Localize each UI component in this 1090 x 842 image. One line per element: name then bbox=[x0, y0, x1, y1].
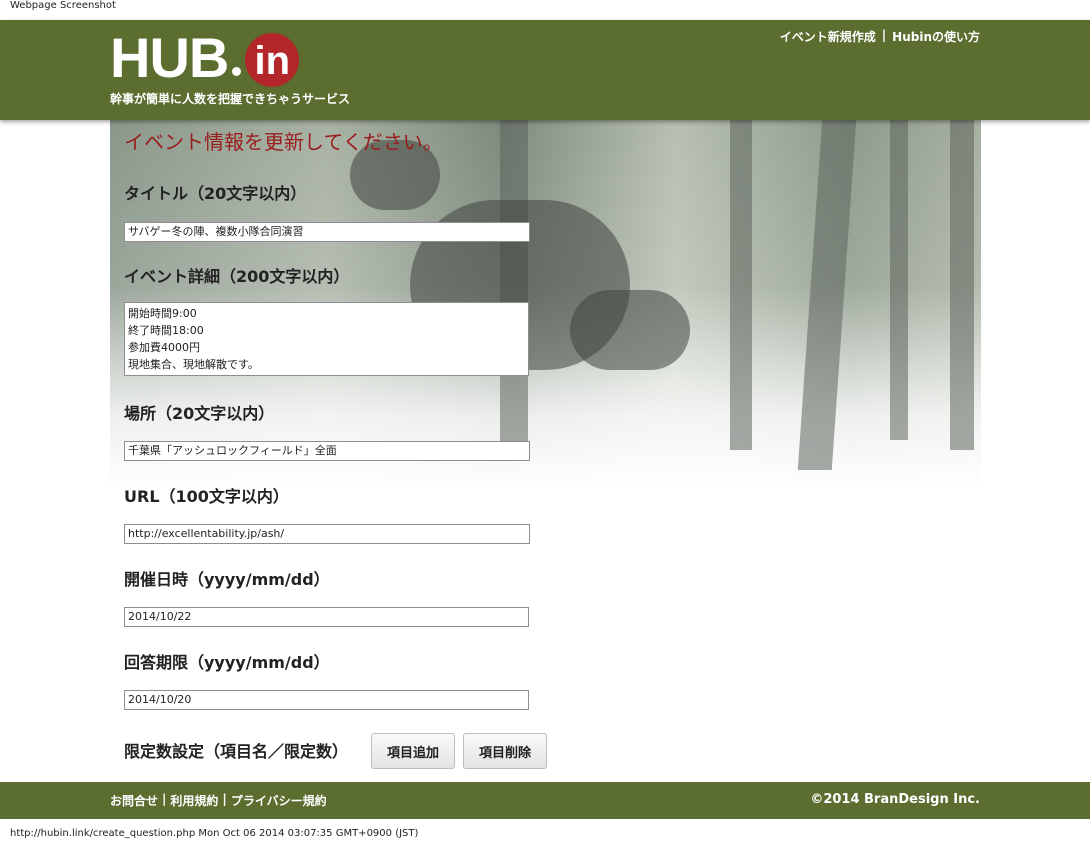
copyright-text: ©2014 BranDesign Inc. bbox=[810, 792, 980, 807]
footer-separator: | bbox=[222, 792, 227, 806]
url-input[interactable]: http://excellentability.jp/ash/ bbox=[124, 524, 530, 544]
footer-terms-link[interactable]: 利用規約 bbox=[170, 792, 218, 809]
nav-how-to-use-link[interactable]: Hubinの使い方 bbox=[892, 28, 980, 45]
footer-privacy-link[interactable]: プライバシー規約 bbox=[231, 792, 327, 809]
detail-line: 参加費4000円 bbox=[128, 341, 200, 354]
site-footer: お問合せ | 利用規約 | プライバシー規約 ©2014 BranDesign … bbox=[0, 782, 1090, 819]
logo-circle-badge: in bbox=[245, 33, 300, 87]
deadline-label: 回答期限（yyyy/mm/dd） bbox=[124, 653, 330, 672]
status-bar-url: http://hubin.link/create_question.php Mo… bbox=[10, 828, 419, 839]
main-content: イベント情報を更新してください。 タイトル（20文字以内） サバゲー冬の陣、複数… bbox=[110, 120, 981, 782]
site-logo[interactable]: HUB in bbox=[110, 26, 300, 90]
page-title: イベント情報を更新してください。 bbox=[124, 130, 443, 154]
event-update-form: イベント情報を更新してください。 タイトル（20文字以内） サバゲー冬の陣、複数… bbox=[110, 120, 981, 782]
add-item-button[interactable]: 項目追加 bbox=[371, 733, 455, 769]
top-navigation: イベント新規作成 | Hubinの使い方 bbox=[780, 28, 980, 45]
date-input[interactable]: 2014/10/22 bbox=[124, 607, 529, 627]
place-label: 場所（20文字以内） bbox=[124, 404, 275, 423]
footer-navigation: お問合せ | 利用規約 | プライバシー規約 bbox=[110, 792, 327, 809]
site-tagline: 幹事が簡単に人数を把握できちゃうサービス bbox=[110, 92, 351, 106]
date-label: 開催日時（yyyy/mm/dd） bbox=[124, 570, 330, 589]
logo-text-hub: HUB bbox=[110, 26, 229, 89]
footer-contact-link[interactable]: お問合せ bbox=[110, 792, 158, 809]
site-header: HUB in 幹事が簡単に人数を把握できちゃうサービス イベント新規作成 | H… bbox=[0, 20, 1090, 120]
nav-create-event-link[interactable]: イベント新規作成 bbox=[780, 28, 876, 45]
delete-item-button[interactable]: 項目削除 bbox=[463, 733, 547, 769]
detail-label: イベント詳細（200文字以内） bbox=[124, 267, 350, 286]
detail-line: 開始時間9:00 bbox=[128, 307, 197, 320]
detail-line: 終了時間18:00 bbox=[128, 324, 204, 337]
title-label: タイトル（20文字以内） bbox=[124, 184, 307, 203]
nav-separator: | bbox=[881, 28, 887, 42]
logo-dot bbox=[232, 66, 242, 76]
screenshot-caption: Webpage Screenshot bbox=[10, 0, 116, 11]
logo-text-in: in bbox=[254, 39, 291, 83]
deadline-input[interactable]: 2014/10/20 bbox=[124, 690, 529, 710]
limit-label: 限定数設定（項目名／限定数） bbox=[124, 742, 349, 761]
detail-textarea[interactable]: 開始時間9:00 終了時間18:00 参加費4000円 現地集合、現地解散です。 bbox=[124, 302, 529, 376]
place-input[interactable]: 千葉県「アッシュロックフィールド」全面 bbox=[124, 441, 530, 461]
footer-separator: | bbox=[162, 792, 167, 806]
title-input[interactable]: サバゲー冬の陣、複数小隊合同演習 bbox=[124, 222, 530, 242]
url-label: URL（100文字以内） bbox=[124, 487, 289, 506]
detail-line: 現地集合、現地解散です。 bbox=[128, 358, 259, 371]
